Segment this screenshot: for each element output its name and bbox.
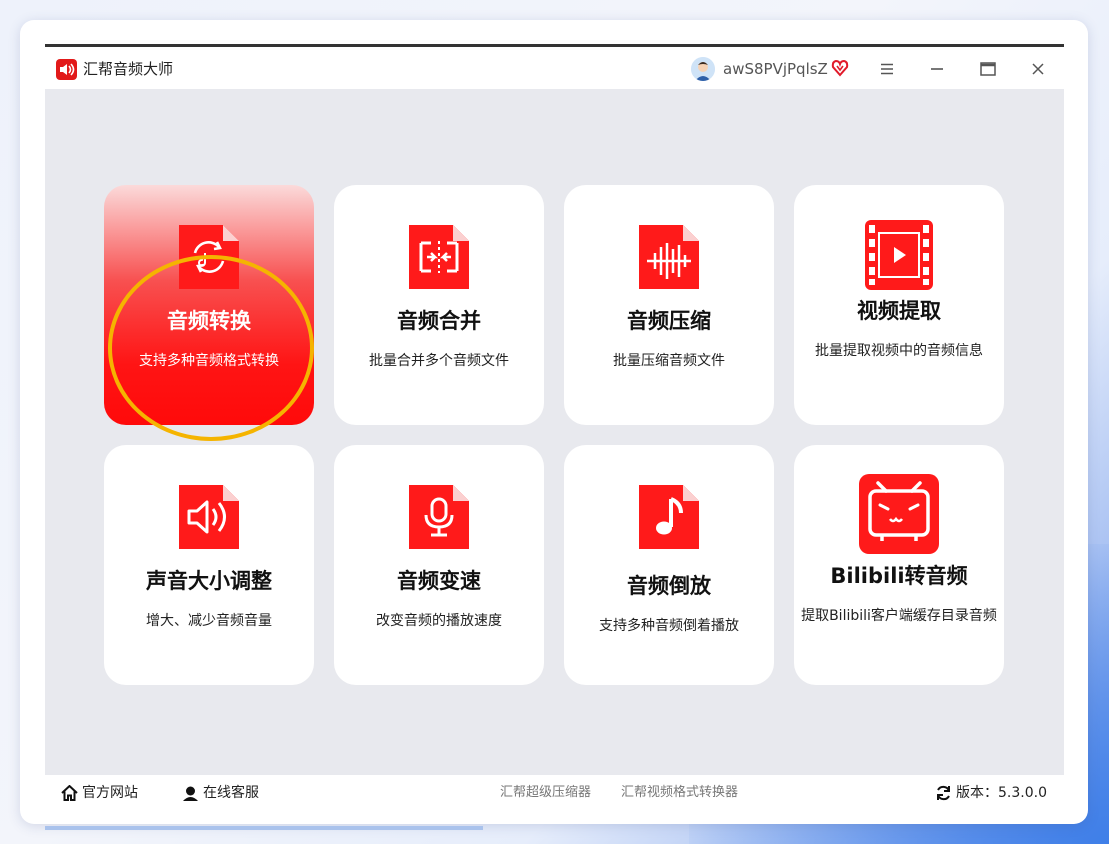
audio-merge-icon — [407, 223, 471, 291]
avatar-icon[interactable] — [691, 57, 715, 81]
maximize-icon[interactable] — [976, 57, 1000, 81]
feature-title: 音频变速 — [397, 569, 481, 593]
app-title: 汇帮音频大师 — [83, 60, 174, 78]
feature-title: 音频倒放 — [627, 574, 711, 598]
heart-diamond-icon[interactable] — [831, 59, 849, 77]
speaker-icon — [56, 59, 77, 80]
minimize-icon[interactable] — [925, 57, 949, 81]
official-website-label: 官方网站 — [82, 785, 138, 801]
username-label[interactable]: awS8PVjPqlsZ — [723, 59, 828, 80]
feature-title: 视频提取 — [857, 299, 941, 323]
feature-title: Bilibili转音频 — [830, 564, 968, 588]
feature-desc: 批量合并多个音频文件 — [369, 353, 509, 369]
online-support-link[interactable]: 在线客服 — [182, 783, 259, 803]
feature-title: 声音大小调整 — [146, 569, 272, 593]
support-agent-icon — [183, 786, 198, 801]
feature-desc: 批量提取视频中的音频信息 — [815, 343, 983, 359]
version-label: 版本：5.3.0.0 — [956, 785, 1047, 801]
video-converter-link[interactable]: 汇帮视频格式转换器 — [621, 783, 738, 803]
feature-desc: 提取Bilibili客户端缓存目录音频 — [801, 608, 997, 624]
feature-title: 音频合并 — [397, 309, 481, 333]
feature-card-bilibili[interactable]: Bilibili转音频 提取Bilibili客户端缓存目录音频 — [794, 445, 1004, 685]
official-website-link[interactable]: 官方网站 — [61, 783, 138, 803]
feature-title: 音频压缩 — [627, 309, 711, 333]
feature-card-volume-adjust[interactable]: 声音大小调整 增大、减少音频音量 — [104, 445, 314, 685]
footer-bar: 官方网站 在线客服 汇帮超级压缩器 汇帮视频格式转换器 版本：5.3.0.0 — [45, 775, 1064, 811]
feature-desc: 支持多种音频格式转换 — [139, 353, 279, 369]
close-icon[interactable] — [1026, 57, 1050, 81]
audio-convert-icon — [177, 223, 241, 291]
feature-card-audio-convert[interactable]: 音频转换 支持多种音频格式转换 — [104, 185, 314, 425]
hamburger-icon[interactable] — [875, 57, 899, 81]
version-check-button[interactable]: 版本：5.3.0.0 — [935, 783, 1047, 803]
volume-icon — [177, 483, 241, 551]
app-window: 汇帮音频大师 awS8PVjPqlsZ 音频转换 支持多种音频格式转换 音频合并… — [45, 44, 1064, 811]
home-icon — [61, 785, 78, 801]
feature-card-video-extract[interactable]: 视频提取 批量提取视频中的音频信息 — [794, 185, 1004, 425]
music-note-icon — [637, 483, 701, 551]
feature-title: 音频转换 — [167, 309, 251, 333]
refresh-icon — [937, 785, 950, 801]
loading-progress-bar — [45, 826, 483, 830]
feature-card-audio-merge[interactable]: 音频合并 批量合并多个音频文件 — [334, 185, 544, 425]
feature-grid: 音频转换 支持多种音频格式转换 音频合并 批量合并多个音频文件 音频压缩 批量压… — [45, 89, 1064, 775]
microphone-icon — [407, 483, 471, 551]
film-icon — [864, 219, 934, 291]
feature-desc: 增大、减少音频音量 — [146, 613, 272, 629]
super-compressor-link[interactable]: 汇帮超级压缩器 — [500, 783, 591, 803]
audio-compress-icon — [637, 223, 701, 291]
online-support-label: 在线客服 — [203, 785, 259, 801]
feature-card-audio-speed[interactable]: 音频变速 改变音频的播放速度 — [334, 445, 544, 685]
feature-card-audio-compress[interactable]: 音频压缩 批量压缩音频文件 — [564, 185, 774, 425]
feature-card-audio-reverse[interactable]: 音频倒放 支持多种音频倒着播放 — [564, 445, 774, 685]
feature-desc: 支持多种音频倒着播放 — [599, 618, 739, 634]
bilibili-tv-icon — [858, 473, 940, 555]
feature-desc: 批量压缩音频文件 — [613, 353, 725, 369]
feature-desc: 改变音频的播放速度 — [376, 613, 502, 629]
title-bar: 汇帮音频大师 awS8PVjPqlsZ — [45, 47, 1064, 89]
